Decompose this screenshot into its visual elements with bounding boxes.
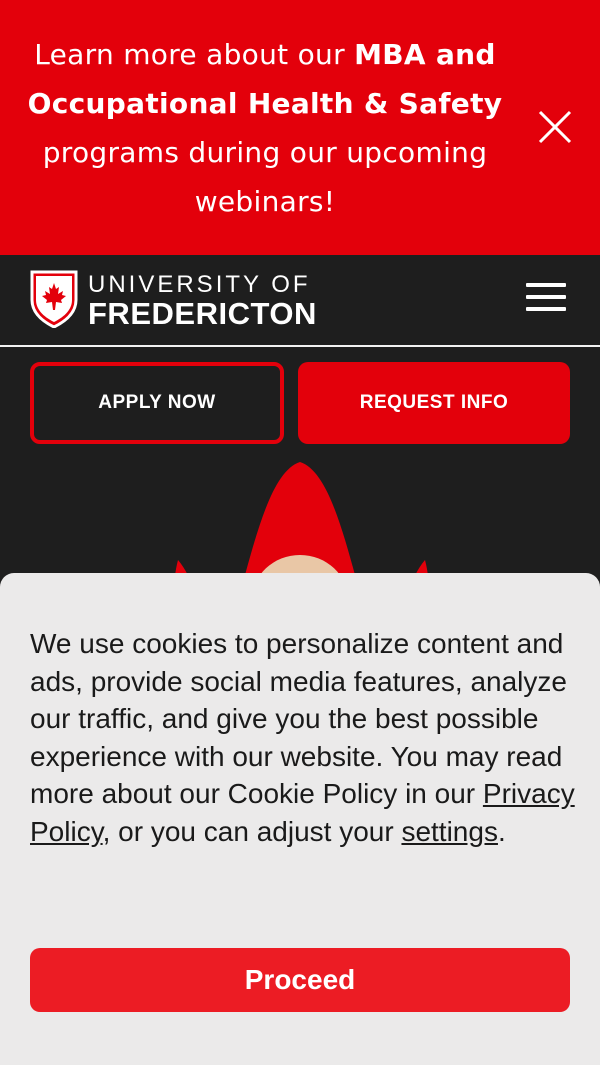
apply-now-button[interactable]: APPLY NOW <box>30 362 284 444</box>
settings-link[interactable]: settings <box>401 816 498 847</box>
site-header: UNIVERSITY OF FREDERICTON <box>0 255 600 347</box>
close-icon[interactable] <box>535 107 575 147</box>
proceed-button[interactable]: Proceed <box>30 948 570 1012</box>
promo-banner: Learn more about our MBA and Occupationa… <box>0 0 600 255</box>
cookie-message: We use cookies to personalize content an… <box>30 625 575 851</box>
logo-bottom-text: FREDERICTON <box>88 296 317 331</box>
request-info-button[interactable]: REQUEST INFO <box>298 362 570 444</box>
banner-text-tail: programs during our upcoming webinars! <box>42 136 488 218</box>
banner-text-lead: Learn more about our <box>34 38 355 71</box>
university-logo[interactable]: UNIVERSITY OF FREDERICTON <box>30 270 317 332</box>
logo-wordmark: UNIVERSITY OF FREDERICTON <box>88 272 317 330</box>
cookie-text-2: , or you can adjust your <box>102 815 402 847</box>
banner-message: Learn more about our MBA and Occupationa… <box>20 30 510 226</box>
hamburger-menu-icon[interactable] <box>526 283 568 317</box>
cookie-text-3: . <box>497 815 506 847</box>
maple-leaf-shield-icon <box>30 270 78 332</box>
cookie-consent-panel: We use cookies to personalize content an… <box>0 573 600 1065</box>
logo-top-text: UNIVERSITY OF <box>88 271 311 298</box>
